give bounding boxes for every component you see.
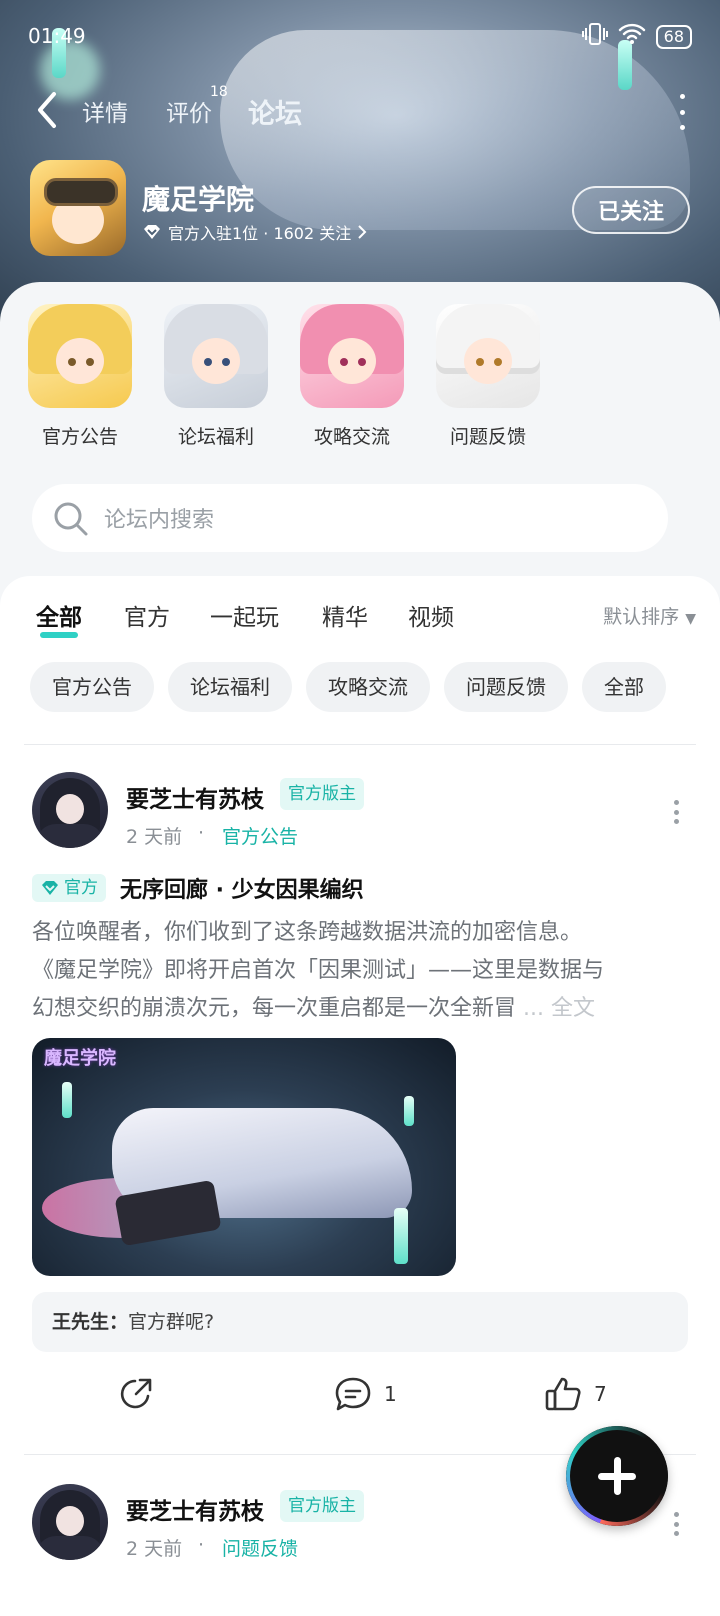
post-body-line: 各位唤醒者，你们收到了这条跨越数据洪流的加密信息。 [32, 920, 583, 945]
avatar[interactable] [32, 772, 108, 848]
share-button[interactable] [118, 1376, 154, 1412]
search-icon [54, 502, 88, 536]
role-badge: 官方版主 [280, 778, 364, 810]
sort-dropdown[interactable]: 默认排序 ▼ [603, 602, 696, 629]
read-more-link[interactable]: ... 全文 [523, 996, 595, 1021]
vibrate-icon [581, 22, 608, 51]
game-icon[interactable] [30, 160, 126, 256]
status-bar: 01:49 68 [28, 22, 692, 52]
forum-search-input[interactable]: 论坛内搜索 [32, 484, 668, 552]
post-time: 2 天前 [126, 1538, 183, 1560]
thumbs-up-icon [545, 1377, 581, 1411]
post-author[interactable]: 要芝士有苏枝 [126, 780, 264, 814]
reply-text: 官方群呢? [128, 1311, 215, 1333]
create-post-button[interactable] [566, 1426, 668, 1526]
post-body-line: 《魔足学院》即将开启首次「因果测试」——这里是数据与 [32, 958, 605, 983]
chip-strategy[interactable]: 攻略交流 [306, 662, 430, 712]
search-placeholder: 论坛内搜索 [104, 508, 215, 533]
diamond-heart-icon [42, 881, 58, 895]
feed-tab-official[interactable]: 官方 [124, 598, 170, 632]
reviews-count-badge: 18 [210, 84, 228, 100]
category-avatar [300, 304, 404, 408]
back-button[interactable] [30, 88, 66, 132]
more-options-icon[interactable] [674, 94, 690, 130]
category-official-announcements[interactable]: 官方公告 [24, 304, 136, 449]
tab-forum[interactable]: 论坛 [248, 92, 302, 135]
follow-button[interactable]: 已关注 [572, 186, 690, 234]
feed-tab-all[interactable]: 全部 [36, 598, 82, 638]
like-count: 7 [594, 1382, 607, 1406]
post-more-icon[interactable] [672, 1512, 680, 1536]
post-category[interactable]: 问题反馈 [222, 1534, 298, 1561]
post-body[interactable]: 各位唤醒者，你们收到了这条跨越数据洪流的加密信息。 《魔足学院》即将开启首次「因… [32, 914, 688, 1028]
tab-reviews[interactable]: 评价 [166, 94, 212, 128]
post-actions: 1 7 [32, 1376, 688, 1426]
category-forum-benefits[interactable]: 论坛福利 [160, 304, 272, 449]
feed-tab-play-together[interactable]: 一起玩 [210, 598, 279, 632]
game-meta[interactable]: 官方入驻1位 · 1602 关注 [142, 220, 367, 244]
category-avatar [164, 304, 268, 408]
divider [24, 744, 696, 745]
game-banner: 01:49 68 详情 评价 18 论坛 魔足学院 官方入驻1位 · 1602 … [0, 0, 720, 330]
category-shortcuts: 官方公告 论坛福利 攻略交流 问题反馈 [24, 304, 696, 454]
feed-tab-featured[interactable]: 精华 [322, 598, 368, 632]
game-meta-text: 官方入驻1位 · 1602 关注 [168, 224, 352, 243]
comment-count: 1 [384, 1382, 397, 1406]
chip-all[interactable]: 全部 [582, 662, 666, 712]
like-button[interactable]: 7 [544, 1376, 607, 1412]
share-icon [120, 1378, 152, 1409]
image-watermark-logo: 魔足学院 [44, 1048, 116, 1069]
feed-tabs: 全部 官方 一起玩 精华 视频 默认排序 ▼ [36, 598, 696, 638]
separator-dot: · [198, 1534, 205, 1556]
comment-icon [335, 1377, 371, 1411]
top-navigation: 详情 评价 18 论坛 [30, 84, 690, 136]
caret-down-icon: ▼ [685, 611, 696, 627]
category-label: 问题反馈 [449, 426, 526, 448]
sort-label: 默认排序 [603, 606, 680, 628]
post-image[interactable]: 魔足学院 [32, 1038, 456, 1276]
official-tag-label: 官方 [64, 878, 98, 898]
comment-button[interactable]: 1 [334, 1376, 397, 1412]
role-badge: 官方版主 [280, 1490, 364, 1522]
reply-preview[interactable]: 王先生：官方群呢? [32, 1292, 688, 1352]
battery-indicator: 68 [655, 24, 692, 49]
category-avatar [436, 304, 540, 408]
chip-feedback[interactable]: 问题反馈 [444, 662, 568, 712]
post-more-icon[interactable] [672, 800, 680, 824]
avatar[interactable] [32, 1484, 108, 1560]
post-title[interactable]: 无序回廊 · 少女因果编织 [120, 872, 364, 904]
category-avatar [28, 304, 132, 408]
feed-tab-video[interactable]: 视频 [408, 598, 454, 632]
forum-sheet: 官方公告 论坛福利 攻略交流 问题反馈 论坛内搜索 全部 官方 一起玩 精华 视… [0, 282, 720, 1616]
post-category[interactable]: 官方公告 [222, 822, 298, 849]
separator-dot: · [198, 822, 205, 844]
chip-official-announcements[interactable]: 官方公告 [30, 662, 154, 712]
category-strategy[interactable]: 攻略交流 [296, 304, 408, 449]
category-feedback[interactable]: 问题反馈 [432, 304, 544, 449]
category-label: 攻略交流 [313, 426, 390, 448]
game-header: 魔足学院 官方入驻1位 · 1602 关注 已关注 [30, 160, 690, 260]
post-time: 2 天前 [126, 826, 183, 848]
post-item[interactable]: 要芝士有苏枝 官方版主 2 天前 · 官方公告 官方 无序回廊 · 少女因果编织… [32, 772, 688, 1432]
chevron-right-icon [358, 225, 367, 239]
category-chips: 官方公告 论坛福利 攻略交流 问题反馈 全部 [30, 662, 700, 714]
chevron-left-icon [38, 92, 56, 128]
game-title: 魔足学院 [142, 183, 255, 216]
wifi-icon [618, 23, 646, 50]
status-time: 01:49 [28, 24, 86, 48]
diamond-heart-icon [144, 225, 160, 239]
official-tag: 官方 [32, 874, 106, 902]
category-label: 官方公告 [41, 426, 118, 448]
category-label: 论坛福利 [177, 426, 254, 448]
reply-user: 王先生： [52, 1311, 129, 1333]
post-body-line: 幻想交织的崩溃次元，每一次重启都是一次全新冒 [32, 996, 517, 1021]
chip-forum-benefits[interactable]: 论坛福利 [168, 662, 292, 712]
tab-details[interactable]: 详情 [82, 94, 128, 128]
post-author[interactable]: 要芝士有苏枝 [126, 1492, 264, 1526]
